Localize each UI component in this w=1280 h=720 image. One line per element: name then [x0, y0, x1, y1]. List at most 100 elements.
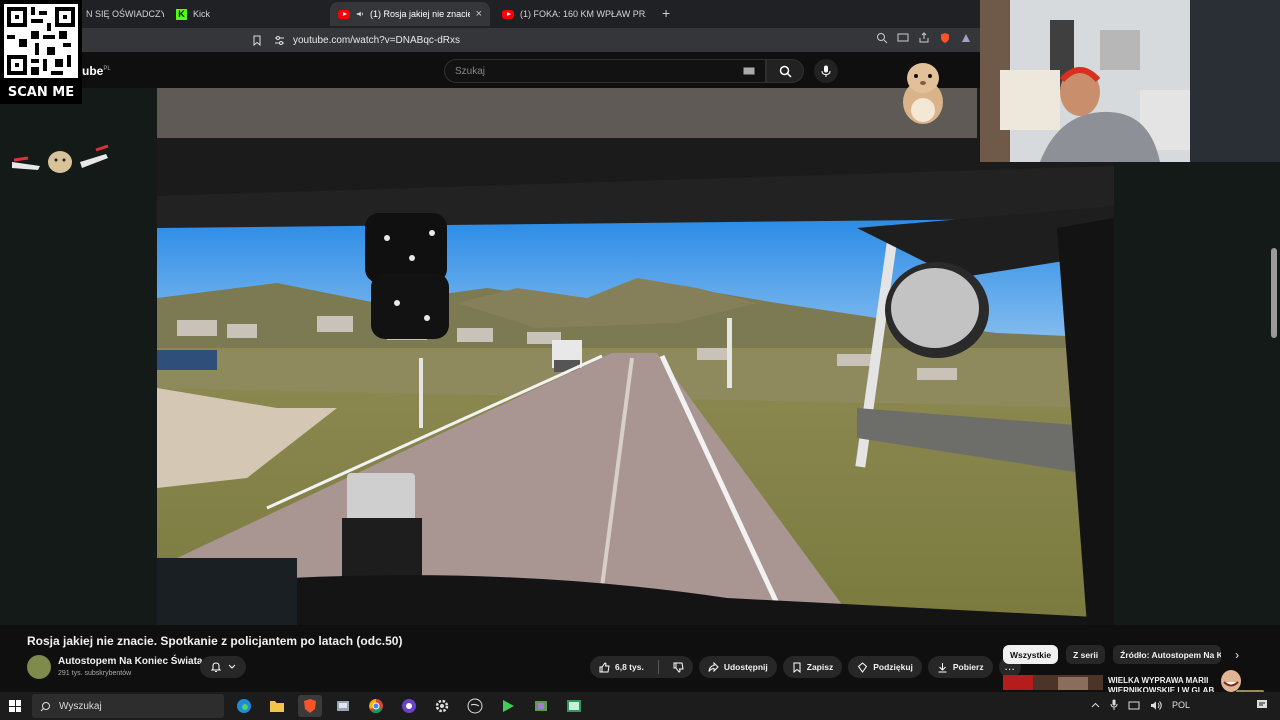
like-count: 6,8 tys. [615, 662, 644, 672]
terminal-app-icon[interactable] [562, 695, 586, 717]
url-field[interactable]: youtube.com/watch?v=DNABqc-dRxs [253, 30, 868, 50]
address-bar-icons [876, 32, 972, 44]
brave-shield-icon[interactable] [939, 32, 951, 44]
video-info-section: Rosja jakiej nie znacie. Spotkanie z pol… [0, 625, 1280, 695]
tab-foka[interactable]: (1) FOKA: 160 KM WPŁAW PRZEZ BA [494, 2, 654, 26]
hamster-emote-icon [903, 63, 943, 124]
chevron-up-icon[interactable] [1091, 702, 1100, 708]
youtube-icon [338, 9, 350, 19]
download-label: Pobierz [952, 662, 984, 672]
speaker-icon [356, 11, 363, 17]
windows-start-icon[interactable] [9, 700, 21, 712]
windows-taskbar: Wyszukaj POL [0, 692, 1280, 720]
road-scene-image [157, 88, 1114, 625]
related-filter-chips: Wszystkie Z serii Źródło: Autostopem Na … [1003, 645, 1239, 664]
share-button[interactable]: Udostępnij [698, 656, 777, 678]
media-player-icon[interactable] [496, 695, 520, 717]
chrome-app-icon[interactable] [364, 695, 388, 717]
qr-code-icon [4, 4, 78, 78]
file-explorer-icon[interactable] [265, 695, 289, 717]
game-launcher-icon[interactable] [529, 695, 553, 717]
youtube-icon [502, 9, 514, 19]
notifications-icon[interactable] [1256, 699, 1268, 711]
like-button[interactable]: 6,8 tys. [590, 656, 653, 678]
share-icon[interactable] [918, 32, 930, 44]
settings-gear-icon[interactable] [430, 695, 454, 717]
keyboard-icon[interactable] [743, 67, 755, 75]
virtual-machine-icon[interactable] [331, 695, 355, 717]
youtube-header: ubePL Szukaj [0, 52, 980, 88]
taskbar-apps [232, 695, 586, 717]
bell-icon [210, 662, 222, 672]
webcam-overlay [980, 0, 1280, 162]
share-label: Udostępnij [723, 662, 768, 672]
new-tab-button[interactable]: + [662, 5, 670, 21]
close-tab-icon[interactable]: × [476, 8, 482, 20]
search-box: Szukaj [444, 59, 838, 83]
language-indicator[interactable]: POL [1172, 700, 1190, 710]
tab-kick[interactable]: K Kick [168, 2, 328, 26]
download-button[interactable]: Pobierz [927, 656, 993, 678]
qr-label: SCAN ME [7, 85, 75, 100]
voice-search-button[interactable] [814, 59, 838, 83]
tab-rosja-active[interactable]: (1) Rosja jakiej nie znacie. Spo × [330, 2, 490, 26]
webcam-feed-image [980, 0, 1280, 162]
like-dislike-group: 6,8 tys. [590, 656, 693, 678]
microphone-icon [821, 65, 831, 77]
system-tray: POL [1091, 699, 1268, 711]
obs-app-icon[interactable] [397, 695, 421, 717]
tab-label: (1) FOKA: 160 KM WPŁAW PRZEZ BA [520, 9, 646, 19]
logo-text: ube [82, 64, 104, 78]
tab-label: Kick [193, 9, 211, 19]
address-bar: youtube.com/watch?v=DNABqc-dRxs [0, 28, 980, 52]
edge-app-icon[interactable] [232, 695, 256, 717]
download-icon [938, 662, 947, 672]
thumbnail-image [1003, 675, 1103, 690]
search-placeholder: Szukaj [455, 65, 486, 77]
save-label: Zapisz [806, 662, 834, 672]
thanks-label: Podziękuj [873, 662, 913, 672]
save-button[interactable]: Zapisz [782, 656, 843, 678]
video-frame[interactable] [157, 88, 1114, 625]
bookmark-icon[interactable] [252, 35, 262, 46]
chip-source[interactable]: Źródło: Autostopem Na Ko [1113, 645, 1222, 664]
screen: N SIĘ OŚWIADCZYŁ K Kick (1) Rosja jakiej… [0, 0, 1280, 720]
divider [657, 660, 659, 674]
cast-icon[interactable] [897, 32, 909, 44]
search-icon [779, 65, 792, 78]
logo-region: PL [103, 66, 111, 72]
search-input[interactable]: Szukaj [444, 59, 766, 83]
recommendation-title[interactable]: WIELKA WYPRAWA MARII [1108, 676, 1218, 686]
chevron-right-icon[interactable]: › [1235, 648, 1239, 662]
network-icon[interactable] [1128, 700, 1140, 711]
spotify-app-icon[interactable] [463, 695, 487, 717]
recommendation-thumbnail[interactable] [1003, 675, 1103, 690]
volume-icon[interactable] [1150, 700, 1162, 711]
subscriber-count: 291 tys. subskrybentów [58, 670, 132, 677]
tab-oswiadczyl[interactable]: N SIĘ OŚWIADCZYŁ [78, 2, 164, 26]
microphone-tray-icon[interactable] [1110, 699, 1118, 711]
search-icon [40, 701, 50, 711]
page-scrollbar[interactable] [1271, 248, 1277, 338]
brave-rewards-icon[interactable] [960, 32, 972, 44]
chip-series[interactable]: Z serii [1066, 645, 1106, 664]
dislike-button[interactable] [664, 656, 693, 678]
thanks-button[interactable]: Podziękuj [848, 656, 922, 678]
thumbs-down-icon [673, 662, 684, 673]
save-bookmark-icon [793, 662, 801, 673]
site-info-icon[interactable] [274, 35, 285, 46]
share-arrow-icon [708, 661, 719, 672]
chip-all[interactable]: Wszystkie [1003, 645, 1059, 664]
search-button[interactable] [766, 59, 804, 83]
zoom-icon[interactable] [876, 32, 888, 44]
brave-app-icon[interactable] [298, 695, 322, 717]
channel-name[interactable]: Autostopem Na Koniec Świata [58, 656, 202, 667]
url-text: youtube.com/watch?v=DNABqc-dRxs [293, 34, 461, 46]
channel-avatar[interactable] [27, 655, 51, 679]
youtube-logo[interactable]: ubePL [82, 64, 111, 78]
taskbar-search-input[interactable]: Wyszukaj [32, 694, 224, 718]
taskbar-search-placeholder: Wyszukaj [59, 700, 102, 712]
notification-bell-button[interactable] [200, 656, 246, 678]
video-player[interactable] [0, 88, 1280, 698]
cat-emote-icon [12, 144, 109, 173]
